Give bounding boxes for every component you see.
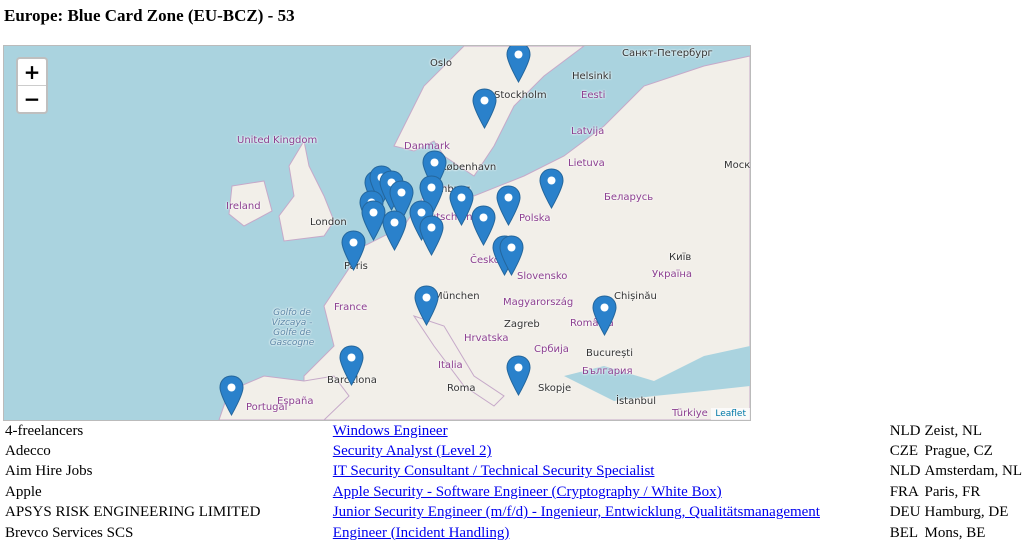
map-label: İstanbul xyxy=(616,396,657,407)
location: Paris, FR xyxy=(924,483,981,500)
map-pin-icon[interactable] xyxy=(382,210,407,251)
map-pin-icon[interactable] xyxy=(496,185,521,226)
map-label: France xyxy=(334,302,368,313)
table-row: 4-freelancers Windows Engineer NLD Zeist… xyxy=(3,421,1024,441)
map-label: München xyxy=(434,291,480,302)
leaflet-attribution[interactable]: Leaflet xyxy=(711,408,750,420)
map-label: London xyxy=(310,217,347,228)
map-label: Magyarország xyxy=(503,297,574,308)
country-code: FRA xyxy=(889,483,919,500)
map-pin-icon[interactable] xyxy=(341,230,366,271)
job-title-link[interactable]: Windows Engineer xyxy=(333,423,448,439)
map-label: Київ xyxy=(669,252,692,263)
company: Aim Hire Jobs xyxy=(5,463,93,480)
table-row: Aim Hire Jobs IT Security Consultant / T… xyxy=(3,462,1024,482)
location: Amsterdam, NL xyxy=(924,463,1022,480)
map-label: Zagreb xyxy=(504,319,540,330)
job-title-link[interactable]: Apple Security - Software Engineer (Cryp… xyxy=(333,484,722,500)
company: APSYS RISK ENGINEERING LIMITED xyxy=(5,504,261,521)
company: Brevco Services SCS xyxy=(5,524,134,541)
map-pin-icon[interactable] xyxy=(592,295,617,336)
table-row: Brevco Services SCS Engineer (Incident H… xyxy=(3,523,1024,543)
map-label: Ireland xyxy=(226,201,261,212)
map-label: United Kingdom xyxy=(237,135,318,146)
job-title-link[interactable]: Security Analyst (Level 2) xyxy=(333,443,492,459)
location: Hamburg, DE xyxy=(924,504,1009,521)
table-row: Apple Apple Security - Software Engineer… xyxy=(3,482,1024,502)
country-code: NLD xyxy=(889,463,921,480)
map-label: Polska xyxy=(519,213,551,224)
page-title: Europe: Blue Card Zone (EU-BCZ) - 53 xyxy=(4,6,295,25)
jobs-table: 4-freelancers Windows Engineer NLD Zeist… xyxy=(3,421,1024,543)
company: Apple xyxy=(5,483,42,500)
company: 4-freelancers xyxy=(5,422,84,439)
map-pin-icon[interactable] xyxy=(219,375,244,416)
map-label: Санкт-Петербург xyxy=(622,48,713,59)
table-row: Adecco Security Analyst (Level 2) CZE Pr… xyxy=(3,441,1024,461)
map-label: Беларусь xyxy=(604,192,654,203)
map-label: Lietuva xyxy=(568,158,605,169)
country-code: DEU xyxy=(889,504,921,521)
map-label: Hrvatska xyxy=(464,333,509,344)
map-label: България xyxy=(582,366,633,377)
map-label: Skopje xyxy=(538,383,572,394)
zoom-control: + − xyxy=(16,57,48,114)
job-title-link[interactable]: Engineer (Incident Handling) xyxy=(333,525,510,541)
map-label: Stockholm xyxy=(494,90,547,101)
map-pin-icon[interactable] xyxy=(472,88,497,129)
map-label: București xyxy=(586,348,633,359)
zoom-in-button[interactable]: + xyxy=(18,59,46,86)
map-pin-icon[interactable] xyxy=(419,215,444,256)
map-label: Latvija xyxy=(571,126,605,137)
map-label: Србија xyxy=(534,344,569,355)
map-label-sea: Golfo de Vizcaya - Golfe de Gascogne xyxy=(269,308,315,348)
map-pin-icon[interactable] xyxy=(506,46,531,83)
map-label: Türkiye xyxy=(672,408,708,419)
table-row: APSYS RISK ENGINEERING LIMITED Junior Se… xyxy=(3,503,1024,523)
location: Mons, BE xyxy=(924,524,986,541)
map-label: Москва xyxy=(724,160,751,171)
country-code: NLD xyxy=(889,422,921,439)
map-label: Portugal xyxy=(246,402,288,413)
map-label: Oslo xyxy=(430,58,452,69)
job-title-link[interactable]: IT Security Consultant / Technical Secur… xyxy=(333,463,655,479)
zoom-out-button[interactable]: − xyxy=(18,86,46,112)
map-pin-icon[interactable] xyxy=(539,168,564,209)
map-pin-icon[interactable] xyxy=(506,355,531,396)
country-code: BEL xyxy=(889,524,919,541)
map-pin-icon[interactable] xyxy=(499,235,524,276)
map-label: Eesti xyxy=(581,90,606,101)
map-label: Roma xyxy=(447,383,476,394)
map-pin-icon[interactable] xyxy=(339,345,364,386)
map[interactable]: + − United Kingdom Ireland France España… xyxy=(3,45,751,421)
map-label: Italia xyxy=(438,360,463,371)
map-label: København xyxy=(440,162,497,173)
map-label: Україна xyxy=(652,269,693,280)
map-label: Slovensko xyxy=(517,271,568,282)
location: Prague, CZ xyxy=(924,443,993,460)
job-title-link[interactable]: Junior Security Engineer (m/f/d) - Ingen… xyxy=(333,504,820,520)
map-pin-icon[interactable] xyxy=(414,285,439,326)
map-label: Helsinki xyxy=(572,71,612,82)
map-label: Chișinău xyxy=(614,291,657,302)
company: Adecco xyxy=(5,443,51,460)
country-code: CZE xyxy=(889,443,919,460)
location: Zeist, NL xyxy=(924,422,983,439)
